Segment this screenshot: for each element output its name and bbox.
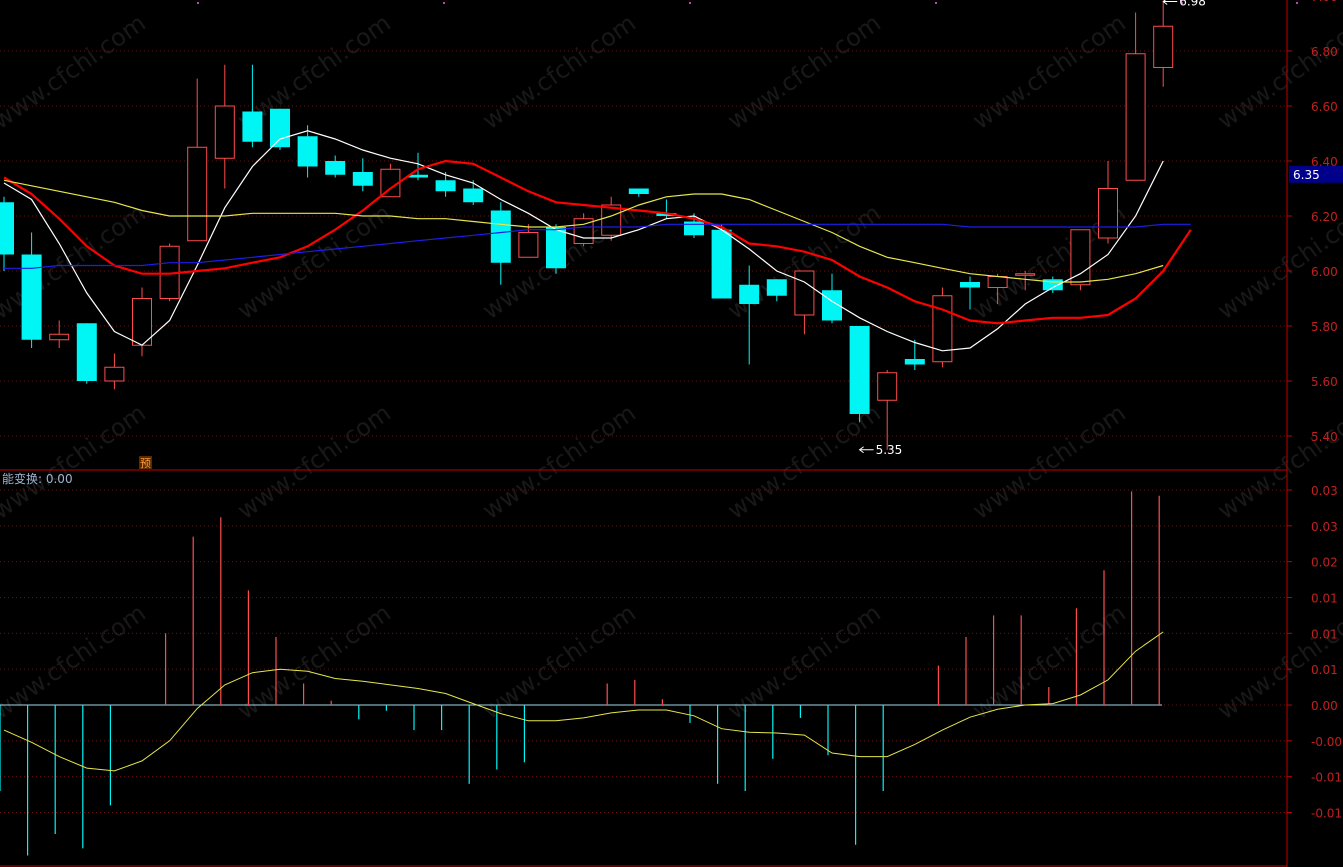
watermark-text: www.cfchi.com: [0, 599, 151, 725]
watermark-text: www.cfchi.com: [967, 599, 1130, 725]
candle-body-up: [1125, 53, 1146, 181]
candle-body-down: [684, 221, 704, 236]
candle-body-down: [628, 188, 649, 194]
candle-body-down: [325, 161, 346, 175]
candle-body-up: [1098, 188, 1118, 239]
candle-body-up: [187, 146, 208, 242]
annotation-label: 5.35: [876, 443, 903, 457]
indicator-tick-label: 0.01: [1311, 663, 1338, 677]
price-tick-label: 5.60: [1311, 375, 1338, 389]
candle-body-up: [1015, 273, 1036, 276]
watermark-text: www.cfchi.com: [967, 399, 1130, 525]
indicator-tick-label: -0.00: [1311, 735, 1342, 749]
candle-body-down: [352, 172, 373, 186]
top-tick-dot: [935, 2, 937, 4]
candle-body-down: [490, 210, 511, 263]
candle-body-down: [904, 359, 925, 365]
indicator-tick-label: 0.03: [1311, 484, 1338, 498]
candle-body-down: [711, 229, 732, 299]
watermark-text: www.cfchi.com: [477, 599, 640, 725]
candle-body-down: [0, 202, 14, 255]
candle-body-up: [601, 204, 622, 236]
watermark-text: www.cfchi.com: [967, 9, 1130, 135]
candle-body-up: [104, 366, 125, 382]
price-axis: 7.006.806.606.406.206.005.805.605.400.03…: [1286, 0, 1343, 867]
price-tick-label: 5.40: [1311, 430, 1338, 444]
watermark-text: www.cfchi.com: [232, 399, 395, 525]
watermark-text: www.cfchi.com: [232, 599, 395, 725]
candle-body-up: [1153, 25, 1174, 68]
candle-body-up: [518, 232, 539, 258]
annotation-label: 6.98: [1179, 0, 1206, 9]
chart-svg: www.cfchi.com www.cfchi.com www.cfchi.com w…: [0, 0, 1343, 867]
chart-stage: www.cfchi.com www.cfchi.com www.cfchi.com w…: [0, 0, 1343, 867]
candle-body-up: [877, 372, 898, 401]
watermark-text: www.cfchi.com: [722, 399, 885, 525]
candle-body-up: [987, 276, 1008, 288]
candle-body-down: [463, 188, 484, 203]
indicator-tick-label: 0.02: [1311, 556, 1338, 570]
top-tick-dot: [689, 2, 691, 4]
candle-body-down: [546, 227, 566, 269]
indicator-title: 能变换: 0.00: [2, 471, 73, 486]
watermark-text: www.cfchi.com: [477, 9, 640, 135]
candle-body-down: [849, 326, 870, 414]
candle-body-down: [435, 180, 456, 192]
watermark-text: www.cfchi.com: [1212, 399, 1343, 525]
indicator-tick-label: -0.01: [1311, 807, 1342, 821]
price-tick-label: 6.20: [1311, 210, 1338, 224]
watermark-text: www.cfchi.com: [0, 399, 151, 525]
candle-body-up: [132, 298, 152, 346]
watermark-text: www.cfchi.com: [1212, 9, 1343, 135]
price-tick-label: 6.00: [1311, 265, 1338, 279]
indicator-tick-label: -0.01: [1311, 771, 1342, 785]
watermark-text: www.cfchi.com: [477, 399, 640, 525]
current-price-label: 6.35: [1293, 168, 1320, 182]
price-tick-label: 7.00: [1311, 0, 1338, 4]
candle-body-down: [739, 284, 760, 304]
watermark-text: www.cfchi.com: [722, 9, 885, 135]
candle-body-down: [242, 111, 263, 142]
candle-body-down: [960, 282, 980, 288]
candle-body-up: [214, 105, 235, 159]
price-tick-label: 6.60: [1311, 100, 1338, 114]
candle-body-down: [270, 108, 290, 148]
candle-body-up: [932, 295, 953, 363]
indicator-panel: 能变换: 0.00: [0, 471, 1164, 856]
indicator-tick-label: 0.00: [1311, 699, 1338, 713]
watermark-text: www.cfchi.com: [0, 9, 151, 135]
price-tick-label: 5.80: [1311, 320, 1338, 334]
indicator-tick-label: 0.03: [1311, 520, 1338, 534]
annotation-arrowhead: [1162, 0, 1168, 5]
candle-body-down: [766, 279, 787, 296]
candle-body-up: [794, 270, 815, 316]
top-tick-dot: [197, 2, 199, 4]
marker-label: 预: [140, 457, 151, 470]
top-tick-dot: [443, 2, 445, 4]
candle-body-up: [49, 333, 70, 341]
top-tick-dot: [1296, 2, 1298, 4]
candle-body-down: [76, 323, 97, 381]
indicator-tick-label: 0.01: [1311, 591, 1338, 605]
watermark-text: www.cfchi.com: [722, 599, 885, 725]
candle-body-down: [297, 136, 318, 167]
price-tick-label: 6.80: [1311, 45, 1338, 59]
indicator-tick-label: 0.01: [1311, 627, 1338, 641]
